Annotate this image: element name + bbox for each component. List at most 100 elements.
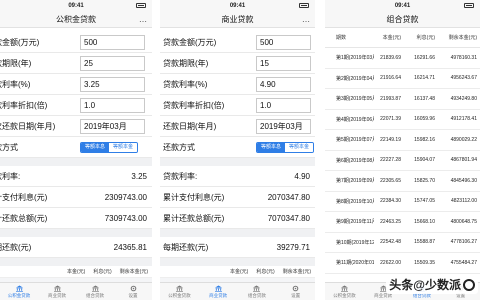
tab-bar: 公积金贷款 商业贷款 组合贷款 设置 — [0, 282, 152, 300]
cell-remaining: 4800648.75 — [450, 218, 477, 225]
cell-interest: 16059.96 — [414, 116, 435, 123]
cell-principal: 22463.25 — [380, 218, 401, 225]
tab-provident-fund[interactable]: 公积金贷款 — [160, 283, 199, 300]
repay-method-label: 还款方式 — [0, 142, 18, 152]
cell-principal: 22542.48 — [380, 239, 401, 246]
total-repayment-value: 7309743.00 — [104, 213, 147, 223]
tab-commercial[interactable]: 商业贷款 — [199, 283, 238, 300]
loan-term-input[interactable]: 15 — [256, 55, 311, 71]
tab-combined[interactable]: 组合贷款 — [238, 283, 277, 300]
tab-settings[interactable]: 设置 — [276, 283, 315, 300]
table-row: 第5期(2019年07月) 22149.19 15982.16 4890029.22 — [325, 130, 480, 151]
results-section: 贷款利率: 4.90 累计支付利息(元) 2070347.80 累计还款总额(元… — [160, 166, 315, 229]
schedule-table-header: 本金(元) 利息(元) 剩余本金(元) — [160, 266, 315, 278]
table-row: 第3期(2019年05月) 21993.87 16137.48 4934249.80 — [325, 89, 480, 110]
cell-remaining: 4867801.94 — [450, 157, 477, 164]
interest-rate-input[interactable]: 4.90 — [256, 76, 311, 92]
result-rate-value: 4.90 — [294, 171, 310, 181]
watermark-text: 头条@少数派 — [389, 278, 461, 292]
repay-method-segmented-control: 等额本息 等额本金 — [80, 141, 139, 153]
cell-interest: 15825.70 — [414, 177, 435, 184]
interest-rate-input[interactable]: 3.25 — [80, 76, 145, 92]
result-row: 累计还款总额(元) 7070347.80 — [160, 208, 315, 229]
provident-fund-loan-screen: 09:41 公积金贷款 ⋯ 贷款金额(万元) 500 贷款期限(年) 25 贷款… — [0, 0, 152, 300]
result-row: 累计还款总额(元) 7309743.00 — [0, 208, 152, 229]
gear-icon — [292, 285, 299, 291]
tab-label: 设置 — [128, 292, 138, 298]
commercial-loan-screen: 09:41 商业贷款 ⋯ 贷款金额(万元) 500 贷款期限(年) 15 贷款利… — [160, 0, 315, 300]
total-repayment-label: 累计还款总额(元) — [0, 213, 48, 223]
status-time: 09:41 — [394, 3, 411, 9]
loan-amount-input[interactable]: 500 — [256, 34, 311, 50]
rate-discount-input[interactable]: 1.0 — [80, 97, 145, 113]
cell-period: 第4期(2019年06月) — [336, 116, 374, 123]
monthly-section: 每期还款(元) 24365.81 — [0, 237, 152, 258]
col-principal: 本金(元) — [382, 35, 401, 41]
interest-rate-label: 贷款利率(%) — [163, 79, 208, 89]
tab-label: 组合贷款 — [86, 292, 104, 298]
tab-provident-fund[interactable]: 公积金贷款 — [325, 283, 364, 300]
tab-provident-fund[interactable]: 公积金贷款 — [0, 283, 38, 300]
tab-settings[interactable]: 设置 — [114, 283, 152, 300]
total-interest-label: 累计支付利息(元) — [0, 192, 48, 202]
tab-label: 商业贷款 — [48, 292, 66, 298]
status-time: 09:41 — [68, 3, 84, 9]
battery-icon — [464, 3, 474, 8]
cell-remaining: 4823112.00 — [450, 198, 477, 205]
repay-date-label: 还款日期(年月) — [163, 121, 217, 131]
nav-title-bar: 公积金贷款 ⋯ — [0, 12, 152, 28]
cell-interest: 15982.16 — [414, 136, 435, 143]
tab-label: 商业贷款 — [209, 292, 228, 298]
bank-icon — [175, 284, 183, 292]
col-interest: 利息(元) — [93, 269, 112, 275]
cell-remaining: 4912178.41 — [450, 116, 477, 123]
more-menu-icon[interactable]: ⋯ — [139, 14, 148, 30]
cell-principal: 21993.87 — [380, 95, 401, 102]
schedule-table-body: 第1期(2019年03月)21839.6916291.664978160.31第… — [325, 48, 480, 274]
loan-amount-label: 贷款金额(万元) — [163, 37, 217, 47]
result-row: 贷款利率: 3.25 — [0, 166, 152, 187]
loan-form: 贷款金额(万元) 500 贷款期限(年) 25 贷款利率(%) 3.25 贷款利… — [0, 28, 152, 158]
loan-term-row: 贷款期限(年) 25 — [0, 53, 152, 74]
loan-amount-label: 贷款金额(万元) — [0, 37, 40, 47]
watermark-logo-icon — [463, 278, 475, 291]
col-principal: 本金(元) — [66, 269, 86, 275]
cell-interest: 16291.66 — [414, 54, 435, 61]
monthly-payment-row: 每期还款(元) 24365.81 — [0, 237, 152, 258]
interest-rate-label: 贷款利率(%) — [0, 79, 31, 89]
status-bar: 09:41 — [160, 0, 315, 12]
nav-title-bar: 商业贷款 ⋯ — [160, 12, 315, 28]
loan-amount-input[interactable]: 500 — [80, 34, 145, 50]
loan-term-input[interactable]: 25 — [80, 55, 145, 71]
monthly-payment-label: 每期还款(元) — [163, 242, 209, 252]
table-row: 第10期(2019年12月) 22542.48 15588.87 4778106.27 — [325, 232, 480, 253]
repay-date-input[interactable]: 2019年03月 — [256, 118, 311, 134]
rate-discount-label: 贷款利率折扣(倍) — [0, 100, 48, 110]
rate-discount-input[interactable]: 1.0 — [256, 97, 311, 113]
cell-interest: 16137.48 — [414, 95, 435, 102]
loan-term-label: 贷款期限(年) — [0, 58, 32, 68]
loan-amount-row: 贷款金额(万元) 500 — [0, 32, 152, 53]
tab-label: 组合贷款 — [247, 292, 266, 298]
equal-principal-option[interactable]: 等额本金 — [285, 142, 314, 152]
equal-principal-option[interactable]: 等额本金 — [109, 142, 138, 152]
cell-principal: 22227.28 — [380, 157, 401, 164]
cell-principal: 22305.65 — [380, 177, 401, 184]
total-interest-value: 2070347.80 — [267, 192, 310, 202]
tab-combined[interactable]: 组合贷款 — [76, 283, 114, 300]
monthly-section: 每期还款(元) 39279.71 — [160, 237, 315, 258]
first-repay-date-input[interactable]: 2019年03月 — [80, 118, 145, 134]
more-menu-icon[interactable]: ⋯ — [302, 14, 311, 30]
result-rate-label: 贷款利率: — [163, 171, 198, 181]
monthly-payment-value: 39279.71 — [276, 242, 310, 252]
repay-method-segmented-control: 等额本息 等额本金 — [256, 141, 315, 153]
repay-date-row: 还款日期(年月) 2019年03月 — [160, 116, 315, 137]
tab-commercial[interactable]: 商业贷款 — [38, 283, 76, 300]
cell-period: 第2期(2019年04月) — [336, 75, 374, 82]
first-repay-date-label: 首次还款日期(年月) — [0, 121, 56, 131]
cell-period: 第10期(2019年12月) — [336, 239, 374, 246]
cell-interest: 16214.71 — [414, 75, 435, 82]
repay-method-label: 还款方式 — [163, 142, 195, 152]
equal-installment-option[interactable]: 等额本息 — [257, 142, 286, 152]
equal-installment-option[interactable]: 等额本息 — [81, 142, 110, 152]
